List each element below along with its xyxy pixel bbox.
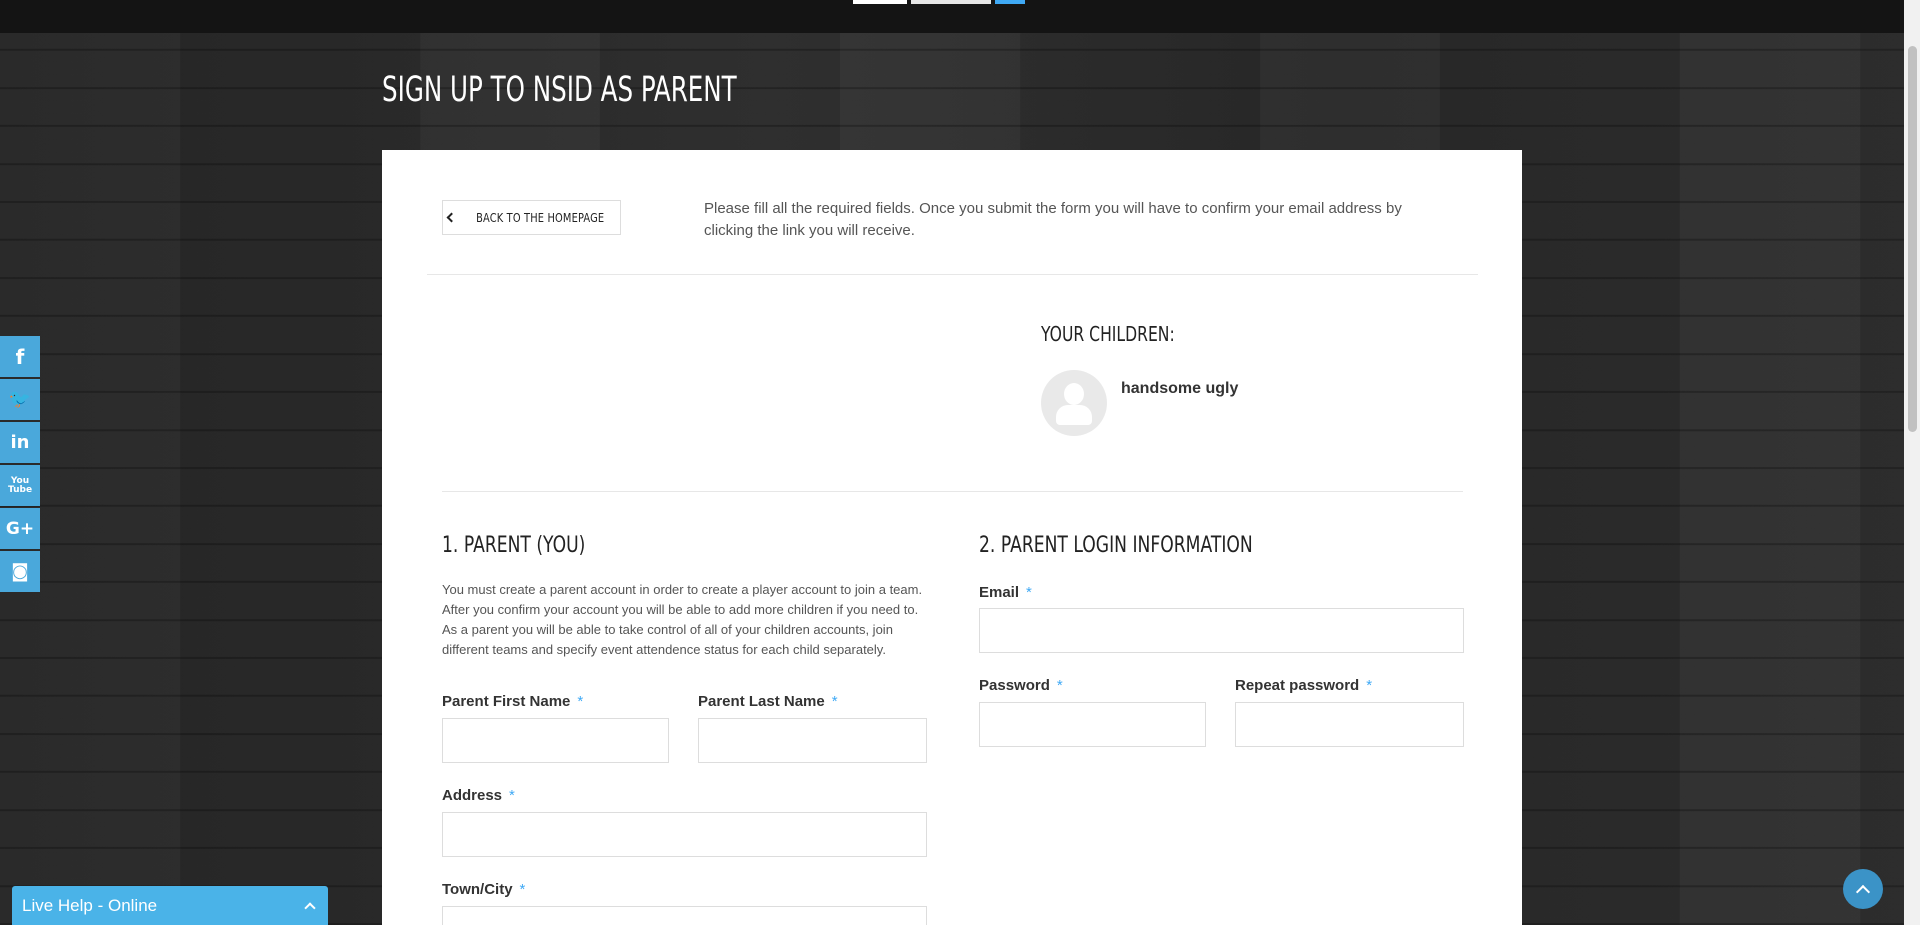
email-label: Email * — [979, 584, 1032, 601]
last-name-label: Parent Last Name * — [698, 693, 838, 710]
first-name-field[interactable] — [442, 718, 669, 763]
scroll-to-top-button[interactable] — [1843, 869, 1883, 909]
parent-section-description: You must create a parent account in orde… — [442, 582, 923, 657]
chevron-up-icon — [304, 901, 316, 914]
town-field[interactable] — [442, 906, 927, 925]
signup-panel: BACK TO THE HOMEPAGE Please fill all the… — [382, 150, 1522, 925]
user-icon — [1064, 383, 1084, 405]
twitter-icon[interactable]: 🐦 — [0, 379, 40, 420]
login-section-title: 2. PARENT LOGIN INFORMATION — [979, 533, 1253, 558]
divider — [442, 491, 1463, 492]
intro-text: Please fill all the required fields. Onc… — [704, 200, 1402, 239]
child-name[interactable]: handsome ugly — [1121, 380, 1238, 398]
town-label: Town/City * — [442, 881, 526, 898]
facebook-icon[interactable]: f — [0, 336, 40, 377]
chevron-left-icon — [446, 212, 457, 223]
google-plus-icon[interactable]: G+ — [0, 508, 40, 549]
parent-section-title: 1. PARENT (YOU) — [442, 533, 586, 558]
back-to-homepage-button[interactable]: BACK TO THE HOMEPAGE — [442, 200, 621, 235]
live-help-label: Live Help - Online — [22, 895, 158, 915]
repeat-password-label: Repeat password * — [1235, 677, 1373, 694]
email-field[interactable] — [979, 608, 1464, 653]
scrollbar-thumb[interactable] — [1908, 46, 1917, 432]
social-bar: f 🐦 in You Tube G+ ◙ — [0, 336, 40, 594]
site-logo[interactable] — [853, 0, 1033, 4]
instagram-icon[interactable]: ◙ — [0, 551, 40, 592]
password-field[interactable] — [979, 702, 1206, 747]
address-label: Address * — [442, 787, 515, 804]
password-label: Password * — [979, 677, 1063, 694]
avatar[interactable] — [1041, 370, 1107, 436]
page-title: SIGN UP TO NSID AS PARENT — [382, 70, 737, 110]
first-name-label: Parent First Name * — [442, 693, 584, 710]
last-name-field[interactable] — [698, 718, 927, 763]
scrollbar[interactable] — [1904, 0, 1920, 925]
children-title: YOUR CHILDREN: — [1041, 322, 1175, 346]
linkedin-icon[interactable]: in — [0, 422, 40, 463]
top-bar — [0, 0, 1904, 33]
arrow-up-icon — [1855, 884, 1871, 899]
live-help-widget[interactable]: Live Help - Online — [12, 886, 328, 925]
repeat-password-field[interactable] — [1235, 702, 1464, 747]
divider — [427, 274, 1478, 275]
youtube-icon[interactable]: You Tube — [0, 465, 40, 506]
address-field[interactable] — [442, 812, 927, 857]
